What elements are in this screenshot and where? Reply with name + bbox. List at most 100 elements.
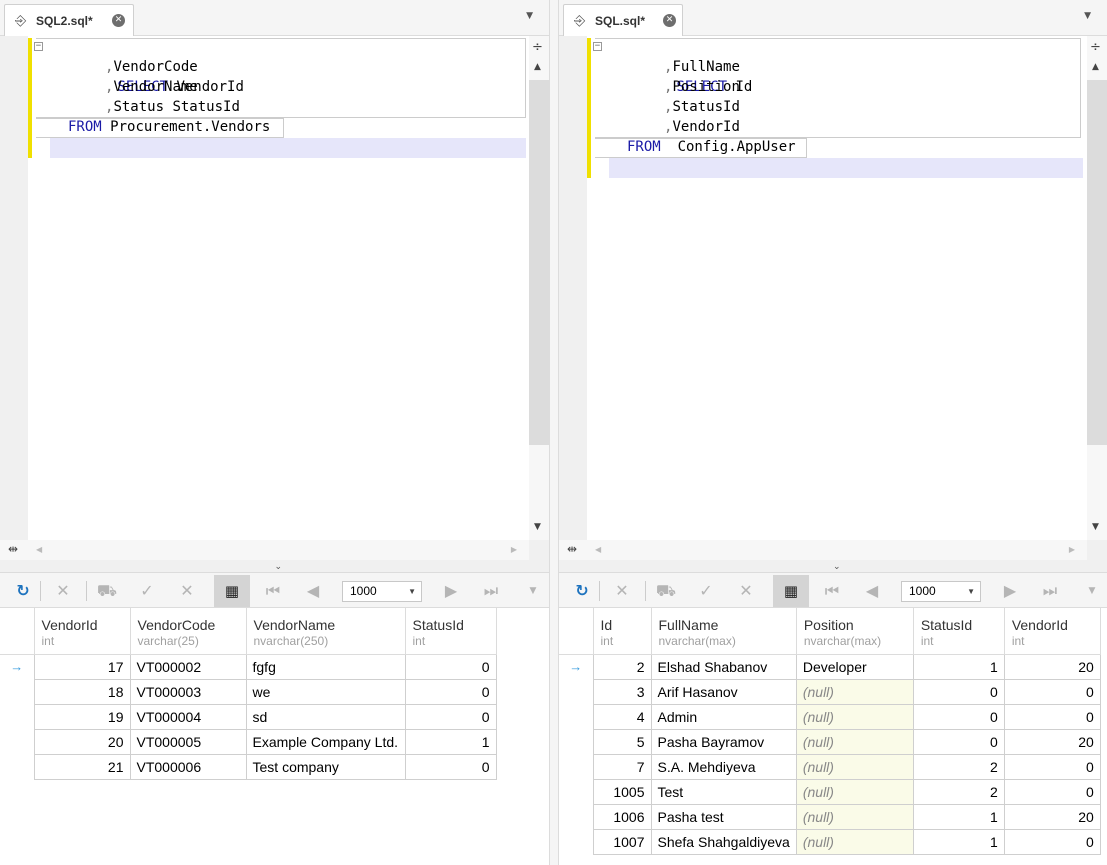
grid-view-icon[interactable]: ▦	[773, 575, 809, 607]
column-header[interactable]: FullName nvarchar(max)	[651, 608, 797, 655]
table-cell[interactable]: S.A. Mehdiyeva	[651, 754, 797, 780]
row-indicator[interactable]	[0, 754, 35, 779]
table-cell[interactable]: 5	[593, 729, 652, 755]
row-indicator-header[interactable]	[0, 608, 35, 655]
cancel-icon[interactable]: ✕	[52, 581, 74, 601]
apply-icon[interactable]: ✓	[695, 581, 717, 601]
table-cell[interactable]: (null)	[796, 729, 914, 755]
row-indicator[interactable]	[559, 779, 594, 804]
prev-page-icon[interactable]: ◀	[861, 581, 883, 601]
table-cell[interactable]: VT000005	[130, 729, 247, 755]
table-cell[interactable]: we	[246, 679, 406, 705]
table-cell[interactable]: VT000003	[130, 679, 247, 705]
table-cell[interactable]: 1	[913, 654, 1005, 680]
table-cell[interactable]: VT000006	[130, 754, 247, 780]
table-cell[interactable]: 0	[1004, 829, 1101, 855]
scroll-thumb[interactable]	[1087, 80, 1107, 445]
first-page-icon[interactable]: ⏮	[821, 581, 843, 601]
column-header[interactable]: Id int	[593, 608, 652, 655]
split-icon[interactable]: ⇹	[567, 542, 577, 556]
chevron-down-icon[interactable]: ▼	[1084, 11, 1091, 21]
table-cell[interactable]: 20	[1004, 729, 1101, 755]
column-header[interactable]: Position nvarchar(max)	[796, 608, 914, 655]
table-cell[interactable]: (null)	[796, 804, 914, 830]
table-row[interactable]: 7 S.A. Mehdiyeva (null) 2 0	[559, 754, 1101, 780]
table-row[interactable]: 1006 Pasha test (null) 1 20	[559, 804, 1101, 830]
table-cell[interactable]: 0	[913, 729, 1005, 755]
table-cell[interactable]: 19	[34, 704, 131, 730]
column-header[interactable]: VendorId int	[1004, 608, 1101, 655]
table-cell[interactable]: 20	[34, 729, 131, 755]
cancel-icon[interactable]: ✕	[611, 581, 633, 601]
table-cell[interactable]: (null)	[796, 829, 914, 855]
row-indicator[interactable]	[559, 829, 594, 854]
table-row[interactable]: 19 VT000004 sd 0	[0, 704, 497, 730]
column-header[interactable]: StatusId int	[913, 608, 1005, 655]
collapse-handle-icon[interactable]: ⌄	[833, 562, 841, 572]
fold-icon[interactable]: −	[593, 42, 602, 51]
fold-icon[interactable]: −	[34, 42, 43, 51]
tab-sql[interactable]: ⎆ SQL.sql* ✕	[563, 4, 683, 37]
current-row-arrow-icon[interactable]: →	[0, 654, 35, 679]
vertical-scrollbar[interactable]: ÷ ▲ ▼	[529, 36, 549, 540]
table-cell[interactable]: (null)	[796, 704, 914, 730]
scroll-right-icon[interactable]: ▶	[511, 545, 517, 554]
refresh-icon[interactable]: ↻	[571, 581, 593, 601]
table-row[interactable]: 4 Admin (null) 0 0	[559, 704, 1101, 730]
table-cell[interactable]: Test company	[246, 754, 406, 780]
table-row[interactable]: 5 Pasha Bayramov (null) 0 20	[559, 729, 1101, 755]
table-cell[interactable]: 0	[1004, 779, 1101, 805]
table-cell[interactable]: fgfg	[246, 654, 406, 680]
column-header[interactable]: VendorCode varchar(25)	[130, 608, 247, 655]
next-page-icon[interactable]: ▶	[999, 581, 1021, 601]
row-limit-select[interactable]: 1000 ▼	[901, 581, 981, 602]
table-row[interactable]: 20 VT000005 Example Company Ltd. 1	[0, 729, 497, 755]
export-icon[interactable]: ⛟	[96, 581, 118, 601]
table-cell[interactable]: 20	[1004, 654, 1101, 680]
row-indicator[interactable]	[0, 704, 35, 729]
table-cell[interactable]: (null)	[796, 754, 914, 780]
table-cell[interactable]: 0	[405, 654, 497, 680]
current-row-arrow-icon[interactable]: →	[559, 654, 594, 679]
table-cell[interactable]: 0	[405, 704, 497, 730]
row-indicator-header[interactable]	[559, 608, 594, 655]
table-cell[interactable]: Admin	[651, 704, 797, 730]
table-cell[interactable]: 0	[405, 679, 497, 705]
row-indicator[interactable]	[559, 679, 594, 704]
table-cell[interactable]: Developer	[796, 654, 914, 680]
table-cell[interactable]: Pasha Bayramov	[651, 729, 797, 755]
pane-splitter[interactable]	[549, 0, 559, 865]
scroll-down-icon[interactable]: ▼	[1092, 522, 1099, 532]
next-page-icon[interactable]: ▶	[440, 581, 462, 601]
table-cell[interactable]: 1	[405, 729, 497, 755]
table-row[interactable]: → 17 VT000002 fgfg 0	[0, 654, 497, 680]
scroll-right-icon[interactable]: ▶	[1069, 545, 1075, 554]
horizontal-scrollbar[interactable]: ⇹ ◀ ▶	[0, 540, 529, 560]
table-cell[interactable]: 1007	[593, 829, 652, 855]
table-cell[interactable]: 4	[593, 704, 652, 730]
column-header[interactable]: StatusId int	[405, 608, 497, 655]
table-row[interactable]: → 2 Elshad Shabanov Developer 1 20	[559, 654, 1101, 680]
table-cell[interactable]: 2	[913, 754, 1005, 780]
table-cell[interactable]: 1005	[593, 779, 652, 805]
table-cell[interactable]: 7	[593, 754, 652, 780]
chevron-down-icon[interactable]: ▼	[526, 11, 533, 21]
row-indicator[interactable]	[559, 704, 594, 729]
last-page-icon[interactable]: ⏭	[480, 581, 502, 601]
close-icon[interactable]: ✕	[112, 14, 125, 27]
split-icon[interactable]: ⇹	[8, 542, 18, 556]
table-cell[interactable]: VT000002	[130, 654, 247, 680]
discard-icon[interactable]: ✕	[176, 581, 198, 601]
discard-icon[interactable]: ✕	[735, 581, 757, 601]
table-cell[interactable]: 2	[593, 654, 652, 680]
table-cell[interactable]: 0	[1004, 704, 1101, 730]
row-indicator[interactable]	[0, 729, 35, 754]
table-cell[interactable]: 18	[34, 679, 131, 705]
table-cell[interactable]: 1006	[593, 804, 652, 830]
table-cell[interactable]: Pasha test	[651, 804, 797, 830]
tab-sql2[interactable]: ⎆ SQL2.sql* ✕	[4, 4, 134, 37]
chevron-down-icon[interactable]: ▼	[522, 581, 544, 601]
table-cell[interactable]: 2	[913, 779, 1005, 805]
scroll-left-icon[interactable]: ◀	[36, 545, 42, 554]
row-limit-select[interactable]: 1000 ▼	[342, 581, 422, 602]
